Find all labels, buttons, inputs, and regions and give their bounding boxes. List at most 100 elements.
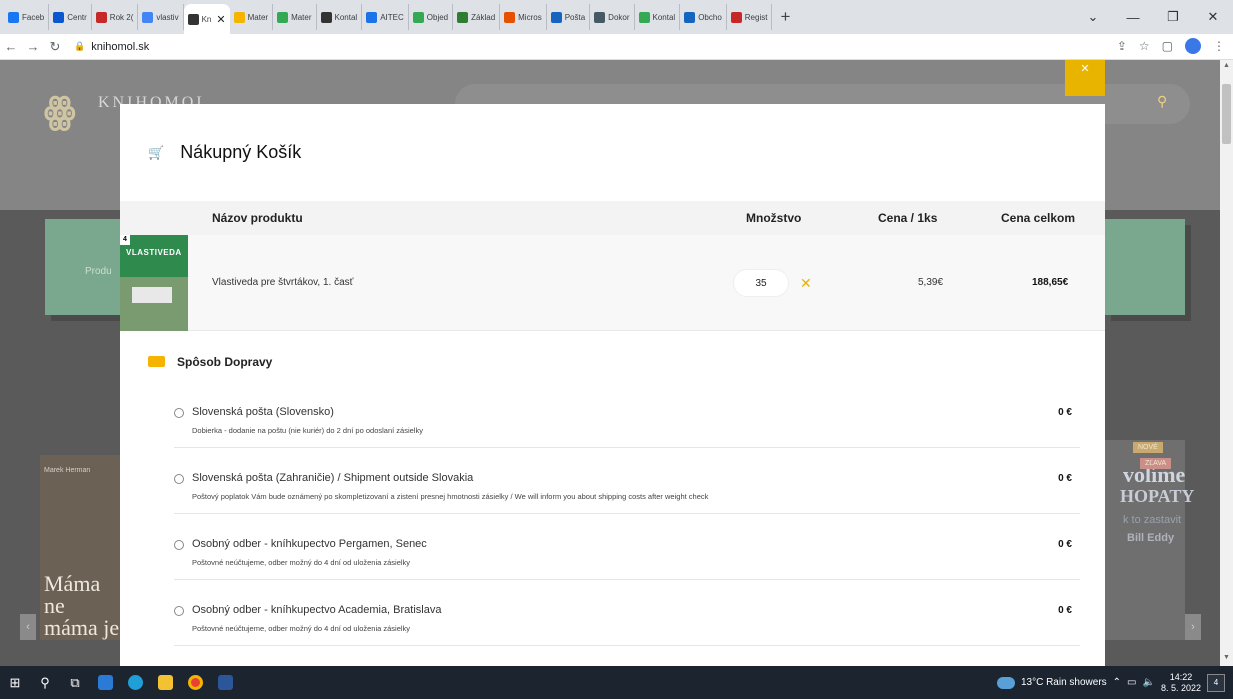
carousel-next-button[interactable]: ›: [1185, 614, 1201, 640]
tab-label: Kn: [201, 14, 212, 24]
shipping-option-price: 0 €: [1058, 539, 1072, 550]
shipping-option[interactable]: Osobný odber - kníhkupectvo Academia, Br…: [174, 602, 1080, 646]
search-icon[interactable]: ⚲: [30, 666, 60, 699]
edge-icon[interactable]: [120, 666, 150, 699]
weather-text[interactable]: 13°C Rain showers: [1021, 677, 1107, 688]
side-panel-icon[interactable]: ▢: [1162, 39, 1173, 53]
scrollbar-thumb[interactable]: [1222, 84, 1231, 144]
tab-label: vlastiv: [156, 12, 179, 22]
app-icon[interactable]: [90, 666, 120, 699]
profile-avatar[interactable]: [1185, 38, 1201, 54]
browser-tab[interactable]: Kontal: [635, 4, 681, 30]
carousel-prev-button[interactable]: ‹: [20, 614, 36, 640]
truck-icon: [148, 356, 165, 367]
tab-label: Pošta: [564, 12, 586, 22]
maximize-button[interactable]: ❐: [1153, 9, 1193, 25]
category-card-right[interactable]: [1105, 219, 1185, 315]
tab-favicon-icon: [684, 11, 696, 23]
chrome-icon[interactable]: [180, 666, 210, 699]
browser-tab[interactable]: Kontal: [317, 4, 363, 30]
column-unit-price: Cena / 1ks: [878, 211, 938, 225]
tab-label: Obcho: [698, 12, 722, 22]
windows-start-icon[interactable]: ⊞: [0, 666, 30, 699]
product-name[interactable]: Vlastiveda pre štvrtákov, 1. časť: [212, 277, 353, 288]
search-icon[interactable]: ⚲: [1157, 93, 1167, 110]
tab-favicon-icon: [366, 11, 378, 23]
browser-tab[interactable]: Pošta: [547, 4, 591, 30]
forward-button[interactable]: →: [22, 39, 44, 54]
book-cover-left[interactable]: Marek Herman Máma ne máma je: [40, 455, 120, 640]
total-price: 188,65€: [1032, 277, 1069, 288]
weather-icon[interactable]: [996, 676, 1015, 689]
browser-tab[interactable]: Rok 2(: [92, 4, 139, 30]
lock-icon[interactable]: 🔒: [74, 41, 85, 52]
tab-search-icon[interactable]: ⌄: [1073, 9, 1113, 25]
share-icon[interactable]: ⇪: [1117, 39, 1127, 53]
browser-tab[interactable]: Dokor: [590, 4, 635, 30]
close-window-button[interactable]: ✕: [1193, 9, 1233, 25]
page-scrollbar[interactable]: ▲ ▼: [1220, 60, 1233, 666]
browser-tab[interactable]: Základ: [453, 4, 501, 30]
shipping-option-price: 0 €: [1058, 605, 1072, 616]
shipping-option[interactable]: Slovenská pošta (Slovensko) Dobierka - d…: [174, 404, 1080, 448]
shipping-radio[interactable]: [174, 606, 184, 616]
shipping-radio[interactable]: [174, 474, 184, 484]
shipping-option-name: Osobný odber - kníhkupectvo Pergamen, Se…: [192, 538, 427, 550]
browser-tab[interactable]: Centr: [49, 4, 92, 30]
scroll-up-arrow[interactable]: ▲: [1223, 62, 1230, 69]
word-icon[interactable]: [210, 666, 240, 699]
shipping-option[interactable]: Osobný odber - kníhkupectvo Pergamen, Se…: [174, 536, 1080, 580]
tab-label: Faceb: [22, 12, 45, 22]
back-button[interactable]: ←: [0, 39, 22, 54]
bookmark-star-icon[interactable]: ☆: [1139, 39, 1150, 53]
network-icon[interactable]: ▭: [1127, 677, 1136, 688]
windows-taskbar: ⊞ ⚲ ⧉ 13°C Rain showers ⌃ ▭ 🔈 14:22 8. 5…: [0, 666, 1233, 699]
quantity-input[interactable]: [733, 269, 789, 297]
cart-title: Nákupný Košík: [180, 142, 302, 162]
close-modal-button[interactable]: ✕: [1065, 60, 1105, 96]
remove-item-icon[interactable]: ✕: [800, 275, 812, 292]
menu-kebab-icon[interactable]: ⋮: [1213, 39, 1225, 53]
shipping-option-name: Osobný odber - kníhkupectvo Academia, Br…: [192, 604, 442, 616]
tab-label: Regist: [744, 12, 768, 22]
browser-tab[interactable]: Micros: [500, 4, 547, 30]
column-product-name: Názov produktu: [212, 211, 303, 225]
close-tab-icon[interactable]: ✕: [216, 13, 225, 26]
browser-tab[interactable]: Mater: [230, 4, 274, 30]
product-cover-image[interactable]: 4 VLASTIVEDA: [120, 235, 188, 331]
shipping-option-desc: Poštovné neúčtujeme, odber možný do 4 dn…: [192, 558, 411, 567]
tab-favicon-icon: [457, 11, 469, 23]
reload-button[interactable]: ↻: [44, 39, 66, 55]
shipping-option-price: 0 €: [1058, 473, 1072, 484]
column-quantity: Množstvo: [746, 211, 802, 225]
browser-tab[interactable]: AITEC: [362, 4, 409, 30]
browser-tab[interactable]: Objed: [409, 4, 454, 30]
cart-header: 🛒 Nákupný Košík: [120, 104, 1105, 201]
shipping-option[interactable]: Slovenská pošta (Zahraničie) / Shipment …: [174, 470, 1080, 514]
shipping-radio[interactable]: [174, 408, 184, 418]
file-explorer-icon[interactable]: [150, 666, 180, 699]
site-logo[interactable]: ꙮ: [44, 90, 76, 132]
tab-favicon-icon: [320, 11, 332, 23]
book-cover-right[interactable]: volíme HOPATY k to zastavit Bill Eddy: [1105, 440, 1194, 640]
volume-icon[interactable]: 🔈: [1143, 677, 1155, 688]
browser-tab[interactable]: Obcho: [680, 4, 727, 30]
tab-favicon-icon: [187, 13, 199, 25]
browser-tab[interactable]: Kn ✕: [183, 4, 230, 34]
tab-favicon-icon: [142, 11, 154, 23]
browser-tab[interactable]: Mater: [273, 4, 317, 30]
browser-tab[interactable]: vlastiv: [138, 4, 184, 30]
new-tab-button[interactable]: +: [772, 7, 798, 27]
tab-favicon-icon: [504, 11, 516, 23]
clock[interactable]: 14:22 8. 5. 2022: [1161, 672, 1201, 694]
minimize-button[interactable]: —: [1113, 10, 1153, 25]
badge-sale: ZĽAVA: [1140, 458, 1172, 469]
scroll-down-arrow[interactable]: ▼: [1223, 654, 1230, 661]
browser-tab[interactable]: Regist: [727, 4, 773, 30]
shipping-radio[interactable]: [174, 540, 184, 550]
url-text[interactable]: knihomol.sk: [91, 41, 149, 53]
notification-icon[interactable]: 4: [1207, 673, 1225, 692]
task-view-icon[interactable]: ⧉: [60, 666, 90, 699]
browser-tab[interactable]: Faceb: [4, 4, 50, 30]
tray-chevron-icon[interactable]: ⌃: [1113, 677, 1121, 688]
